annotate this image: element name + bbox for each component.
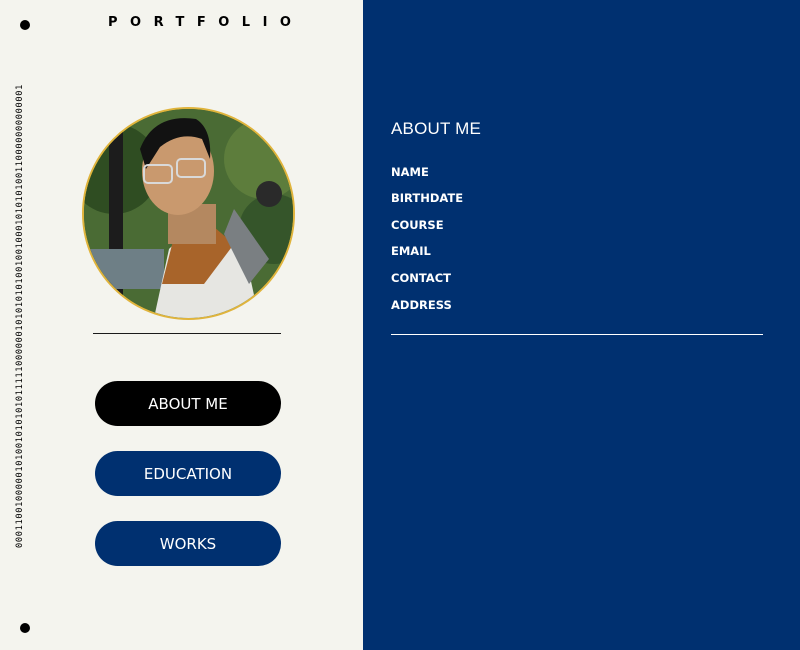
nav-about-me-button[interactable]: ABOUT ME xyxy=(95,381,281,426)
content-divider xyxy=(391,334,763,335)
field-course-label: COURSE xyxy=(391,218,444,232)
field-contact-label: CONTACT xyxy=(391,271,451,285)
brand-title: PORTFOLIO xyxy=(108,15,304,30)
about-me-heading: ABOUT ME xyxy=(391,119,482,138)
binary-decor-text: 0001100100000101001010101011111000000101… xyxy=(15,83,25,548)
nav-education-button[interactable]: EDUCATION xyxy=(95,451,281,496)
content-panel xyxy=(363,0,800,650)
profile-photo-illustration xyxy=(84,109,293,318)
decor-dot-bottom xyxy=(20,623,30,633)
sidebar-panel: 0001100100000101001010101011111000000101… xyxy=(0,0,363,650)
field-name-label: NAME xyxy=(391,165,429,179)
field-email-label: EMAIL xyxy=(391,244,431,258)
profile-photo xyxy=(82,107,295,320)
field-birthdate-label: BIRTHDATE xyxy=(391,191,464,205)
field-address-label: ADDRESS xyxy=(391,298,452,312)
sidebar-divider xyxy=(93,333,281,334)
nav-works-button[interactable]: WORKS xyxy=(95,521,281,566)
decor-dot-top xyxy=(20,20,30,30)
